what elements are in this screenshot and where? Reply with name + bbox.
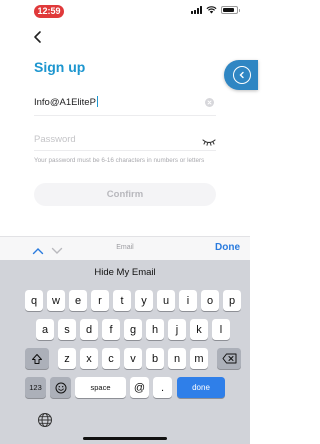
accessory-field-label: Email [116,244,134,251]
key-q[interactable]: q [25,290,43,311]
dot-key[interactable]: . [153,377,172,398]
key-h[interactable]: h [146,319,164,340]
password-input[interactable] [34,128,194,150]
key-t[interactable]: t [113,290,131,311]
globe-key[interactable] [37,412,53,428]
toggle-password-visibility-button[interactable] [202,134,216,146]
status-time: 12:59 [34,5,64,18]
globe-icon [38,413,52,427]
keyboard-accessory-bar: Email Done [0,236,250,260]
confirm-button[interactable]: Confirm [34,183,216,206]
space-key[interactable]: space [75,377,126,398]
email-field[interactable]: Info@A1EliteP [34,92,214,114]
key-j[interactable]: j [168,319,186,340]
suggestion-bar: Hide My Email [0,260,250,286]
key-s[interactable]: s [58,319,76,340]
wifi-icon [206,6,217,14]
side-panel-handle[interactable] [224,60,258,90]
shift-icon [32,353,42,364]
email-underline [34,115,216,116]
battery-icon [221,6,240,14]
accessory-done-button[interactable]: Done [215,242,240,253]
back-button[interactable] [28,27,48,47]
chevron-left-circle-icon [233,66,251,84]
key-a[interactable]: a [36,319,54,340]
home-indicator [83,437,167,440]
keyboard-done-key[interactable]: done [177,377,225,398]
password-underline [34,150,216,151]
key-e[interactable]: e [69,290,87,311]
key-k[interactable]: k [190,319,208,340]
page-title: Sign up [34,59,86,75]
at-key[interactable]: @ [130,377,149,398]
key-o[interactable]: o [201,290,219,311]
key-x[interactable]: x [80,348,98,369]
key-y[interactable]: y [135,290,153,311]
key-g[interactable]: g [124,319,142,340]
emoji-key[interactable] [50,377,71,398]
key-n[interactable]: n [168,348,186,369]
clear-email-button[interactable] [205,98,214,107]
password-hint: Your password must be 6-16 characters in… [34,157,205,164]
shift-key[interactable] [25,348,49,369]
eye-closed-icon [202,139,216,146]
text-cursor [96,96,98,107]
key-r[interactable]: r [91,290,109,311]
key-c[interactable]: c [102,348,120,369]
email-value: Info@A1EliteP [34,97,96,108]
key-l[interactable]: l [212,319,230,340]
key-b[interactable]: b [146,348,164,369]
status-bar: 12:59 [0,0,250,22]
key-z[interactable]: z [58,348,76,369]
key-p[interactable]: p [223,290,241,311]
close-icon [207,100,212,105]
key-w[interactable]: w [47,290,65,311]
key-i[interactable]: i [179,290,197,311]
password-field[interactable] [34,128,216,150]
key-d[interactable]: d [80,319,98,340]
keyboard: Hide My Email q w e r t y u i o p a s d … [0,260,250,444]
backspace-key[interactable] [217,348,241,369]
backspace-icon [222,353,236,364]
cellular-signal-icon [191,6,202,14]
key-f[interactable]: f [102,319,120,340]
emoji-icon [55,382,66,393]
chevron-left-icon [34,31,41,43]
status-icons [191,6,240,14]
key-m[interactable]: m [190,348,208,369]
key-v[interactable]: v [124,348,142,369]
numbers-key[interactable]: 123 [25,377,46,398]
key-u[interactable]: u [157,290,175,311]
hide-my-email-suggestion[interactable]: Hide My Email [94,267,155,278]
